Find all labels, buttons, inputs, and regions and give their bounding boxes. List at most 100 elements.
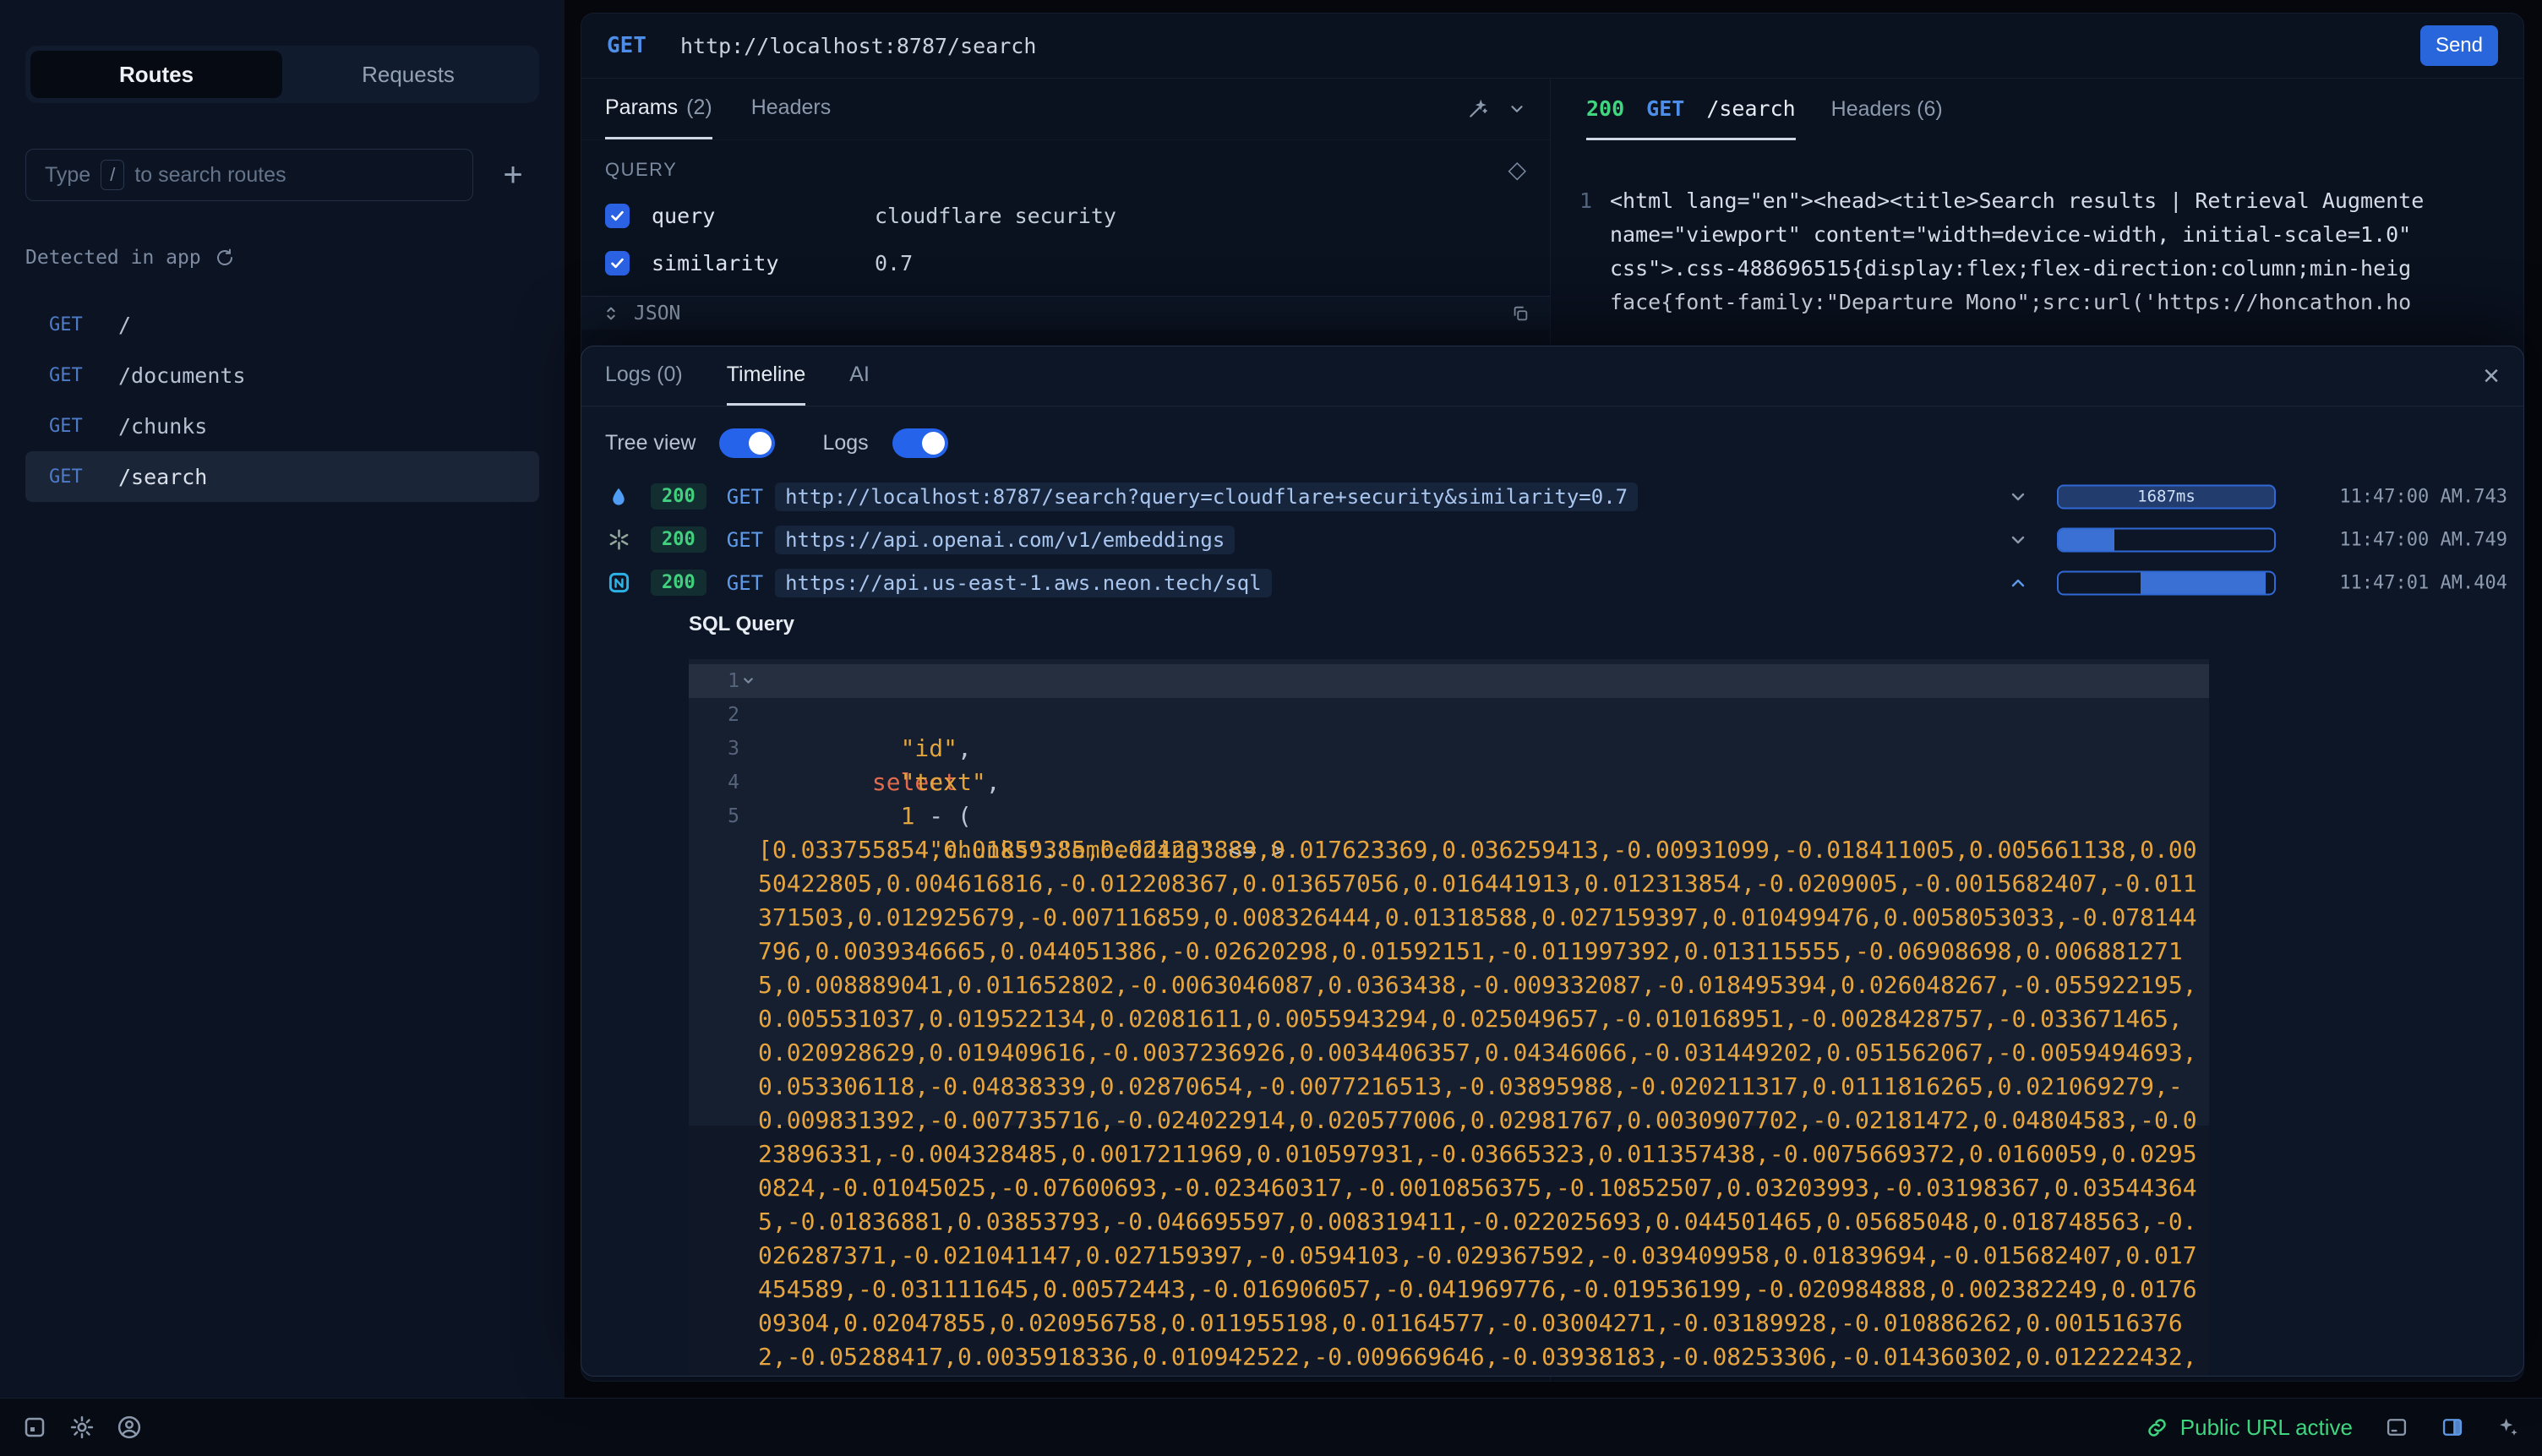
public-url-status[interactable]: Public URL active xyxy=(2146,1415,2353,1441)
app-window-icon[interactable] xyxy=(22,1415,47,1440)
toggle-knob xyxy=(922,432,945,455)
timeline-method: GET xyxy=(727,571,763,595)
tab-response-body[interactable]: 200 GET /search xyxy=(1586,79,1796,140)
route-item-root[interactable]: GET / xyxy=(25,299,539,350)
response-path: /search xyxy=(1706,96,1795,121)
copy-icon[interactable] xyxy=(1511,304,1530,323)
route-method: GET xyxy=(49,416,93,437)
terminal-panel-icon[interactable] xyxy=(2385,1415,2408,1439)
tab-ai[interactable]: AI xyxy=(849,346,870,406)
response-status: 200 xyxy=(1586,96,1624,121)
route-path: /documents xyxy=(118,363,246,388)
response-body-line: css">.css-488696515{display:flex;flex-di… xyxy=(1610,252,2523,286)
chevron-down-icon[interactable] xyxy=(2008,530,2028,550)
close-icon[interactable]: × xyxy=(2483,346,2500,406)
sparkles-icon[interactable] xyxy=(2496,1415,2520,1439)
response-body-line: name="viewport" content="width=device-wi… xyxy=(1610,218,2523,252)
sql-line: 4 1 - ( xyxy=(758,766,2209,799)
route-item-documents[interactable]: GET /documents xyxy=(25,350,539,401)
route-path: /chunks xyxy=(118,414,207,439)
add-route-button[interactable]: + xyxy=(487,149,539,201)
duration-label: 1687ms xyxy=(2059,486,2274,507)
duration-bar xyxy=(2057,527,2276,552)
route-method: GET xyxy=(49,466,93,488)
openai-icon xyxy=(608,528,630,551)
param-row-query: query cloudflare security xyxy=(581,192,1550,239)
route-path: /search xyxy=(118,465,207,489)
route-method: GET xyxy=(49,365,93,386)
timeline-panel: Logs (0) Timeline AI × Tree view Logs 20… xyxy=(581,346,2524,1377)
droplet-icon xyxy=(608,486,630,508)
duration-bar xyxy=(2057,570,2276,595)
status-badge: 200 xyxy=(651,526,706,553)
neon-icon xyxy=(608,571,630,594)
fold-chevron-icon[interactable] xyxy=(741,673,756,688)
timeline-row-neon[interactable]: 200 GET https://api.us-east-1.aws.neon.t… xyxy=(581,561,2523,604)
gear-icon[interactable] xyxy=(69,1415,95,1440)
sql-query-title: SQL Query xyxy=(689,613,2523,636)
status-bar: Public URL active xyxy=(0,1398,2542,1456)
sql-line: 3 "text", xyxy=(758,732,2209,766)
tree-view-toggle[interactable] xyxy=(719,428,775,458)
route-method: GET xyxy=(49,314,93,335)
sql-detail-section: SQL Query 1 select 2 "id", 3 "text", 4 1… xyxy=(581,604,2523,1377)
tab-timeline[interactable]: Timeline xyxy=(727,346,806,406)
param-value[interactable]: 0.7 xyxy=(875,251,913,275)
user-icon[interactable] xyxy=(117,1415,142,1440)
response-body-line: face{font-family:"Departure Mono";src:ur… xyxy=(1610,286,2523,319)
chevron-down-icon[interactable] xyxy=(2008,487,2028,507)
sql-code-editor[interactable]: 1 select 2 "id", 3 "text", 4 1 - ( 5 "ch… xyxy=(689,659,2209,1377)
json-section-header[interactable]: JSON xyxy=(581,296,1550,330)
tab-headers[interactable]: Headers xyxy=(751,79,832,139)
layout-columns-icon[interactable] xyxy=(2441,1415,2464,1439)
tab-params[interactable]: Params (2) xyxy=(605,79,712,139)
refresh-icon[interactable] xyxy=(215,248,235,268)
route-search-input[interactable]: Type / to search routes xyxy=(25,149,473,201)
timeline-url: https://api.openai.com/v1/embeddings xyxy=(775,526,1235,554)
slash-key-hint: / xyxy=(101,160,124,190)
timeline-row-root-request[interactable]: 200 GET http://localhost:8787/search?que… xyxy=(581,475,2523,518)
route-list: GET / GET /documents GET /chunks GET /se… xyxy=(25,299,539,502)
param-value[interactable]: cloudflare security xyxy=(875,204,1116,228)
checkbox-checked-icon[interactable] xyxy=(605,204,630,228)
timeline-method: GET xyxy=(727,485,763,509)
public-url-label: Public URL active xyxy=(2180,1415,2353,1441)
query-section-label: QUERY xyxy=(605,159,677,181)
param-key[interactable]: query xyxy=(652,204,853,228)
logs-toggle[interactable] xyxy=(892,428,948,458)
status-badge: 200 xyxy=(651,483,706,510)
timeline-row-openai[interactable]: 200 GET https://api.openai.com/v1/embedd… xyxy=(581,518,2523,561)
response-body[interactable]: 1 <html lang="en"><head><title>Search re… xyxy=(1551,140,2523,319)
tab-requests[interactable]: Requests xyxy=(282,51,534,98)
route-item-search[interactable]: GET /search xyxy=(25,451,539,502)
response-method: GET xyxy=(1646,96,1684,121)
tab-params-label: Params xyxy=(605,95,678,120)
request-url-input[interactable]: http://localhost:8787/search xyxy=(680,34,1036,58)
send-button[interactable]: Send xyxy=(2420,25,2498,66)
detected-in-app-label: Detected in app xyxy=(25,247,201,269)
sql-line: 1 select xyxy=(758,664,2209,698)
clear-params-icon[interactable]: ◇ xyxy=(1508,155,1526,183)
request-bar: GET http://localhost:8787/search Send xyxy=(581,14,2523,79)
line-number: 2 xyxy=(702,698,739,732)
toggle-knob xyxy=(749,432,772,455)
tab-response-headers[interactable]: Headers (6) xyxy=(1831,79,1943,140)
timeline-url: https://api.us-east-1.aws.neon.tech/sql xyxy=(775,569,1272,597)
route-item-chunks[interactable]: GET /chunks xyxy=(25,401,539,451)
param-key[interactable]: similarity xyxy=(652,251,853,275)
tree-view-label: Tree view xyxy=(605,431,696,455)
tab-routes[interactable]: Routes xyxy=(30,51,282,98)
logs-label: Logs xyxy=(822,431,868,455)
chevron-up-icon[interactable] xyxy=(2008,573,2028,593)
response-body-line: <html lang="en"><head><title>Search resu… xyxy=(1610,184,2523,218)
request-method[interactable]: GET xyxy=(607,33,646,58)
search-placeholder-prefix: Type xyxy=(45,163,90,188)
timestamp: 11:47:00 AM.749 xyxy=(2339,529,2507,550)
sidebar: Routes Requests Type / to search routes … xyxy=(0,0,565,1398)
json-label: JSON xyxy=(634,303,680,324)
checkbox-checked-icon[interactable] xyxy=(605,251,630,275)
sidebar-tab-switcher: Routes Requests xyxy=(25,46,539,103)
chevron-down-icon[interactable] xyxy=(1508,100,1526,118)
magic-wand-icon[interactable] xyxy=(1467,98,1489,120)
tab-logs[interactable]: Logs (0) xyxy=(605,346,683,406)
